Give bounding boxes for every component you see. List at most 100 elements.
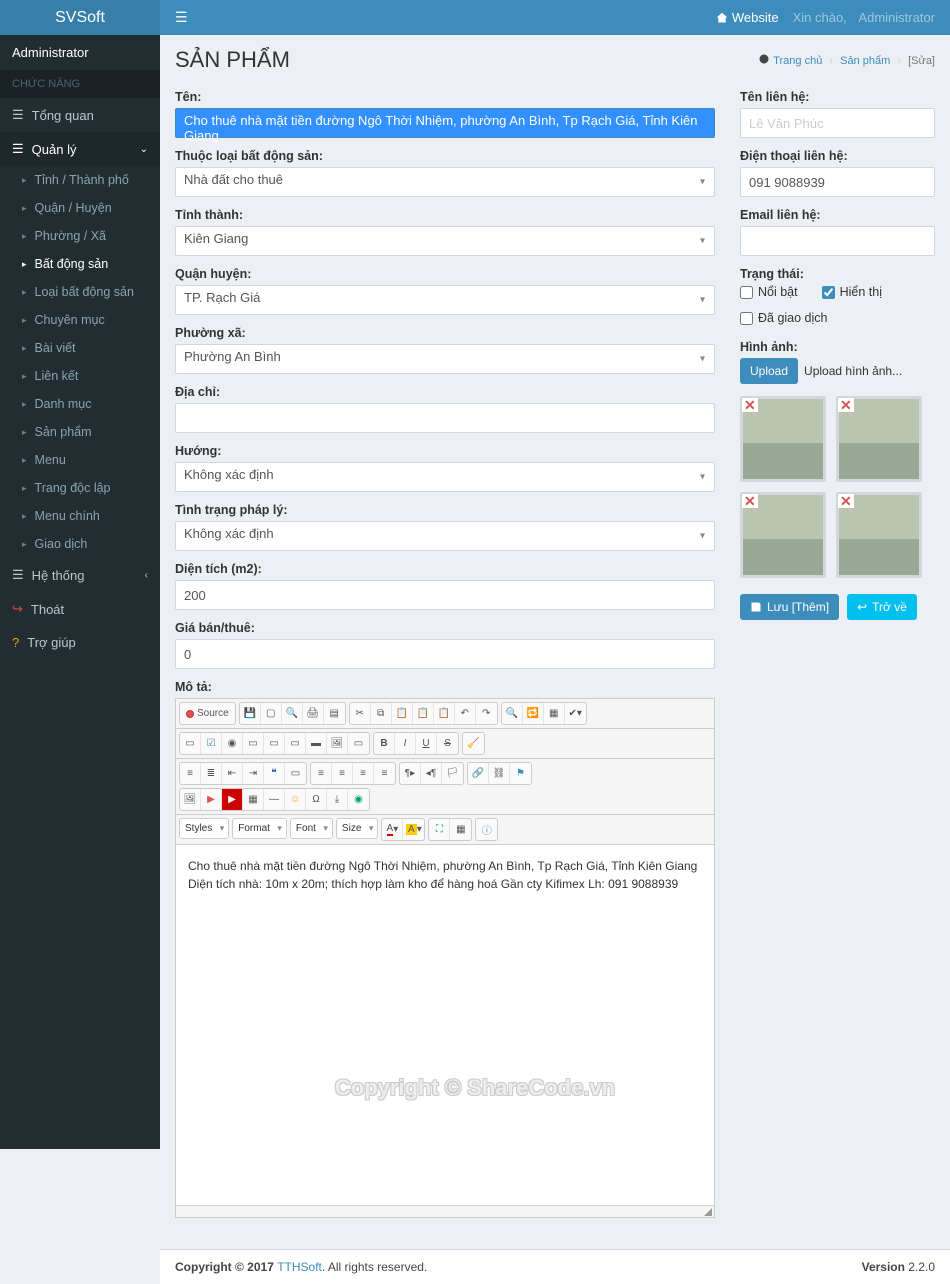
strike-icon[interactable]: S (437, 733, 458, 754)
sidebar-sub-item[interactable]: ▸Sản phẩm (0, 418, 160, 446)
sidebar-sub-item[interactable]: ▸Menu chính (0, 502, 160, 530)
back-button[interactable]: ↩ Trở về (847, 594, 917, 620)
select-loai[interactable]: Nhà đất cho thuê (175, 167, 715, 197)
div-icon[interactable]: ▭ (285, 763, 306, 784)
select-quan[interactable]: TP. Rạch Giá (175, 285, 715, 315)
image-thumb[interactable]: ✕ (836, 492, 922, 578)
maximize-icon[interactable]: ⛶ (429, 819, 450, 840)
editor-source-button[interactable]: Source (180, 703, 235, 724)
textfield-icon[interactable]: ▭ (243, 733, 264, 754)
delete-image-icon[interactable]: ✕ (838, 494, 854, 508)
delete-image-icon[interactable]: ✕ (742, 494, 758, 508)
cut-icon[interactable]: ✂ (350, 703, 371, 724)
editor-body[interactable]: Cho thuê nhà mặt tiền đường Ngô Thời Nhi… (176, 845, 714, 1205)
youtube-icon[interactable]: ▶ (222, 789, 243, 810)
table-icon[interactable]: ▦ (243, 789, 264, 810)
sidebar-sub-item[interactable]: ▸Trang độc lập (0, 474, 160, 502)
underline-icon[interactable]: U (416, 733, 437, 754)
select-phuong[interactable]: Phường An Bình (175, 344, 715, 374)
redo-icon[interactable]: ↷ (476, 703, 497, 724)
language-icon[interactable]: 🏳 (442, 763, 463, 784)
breadcrumb-home[interactable]: Trang chủ (773, 55, 822, 67)
sidebar-sub-item[interactable]: ▸Tỉnh / Thành phố (0, 166, 160, 194)
pagebreak-icon[interactable]: ⤓ (327, 789, 348, 810)
copy-icon[interactable]: ⧉ (371, 703, 392, 724)
checkbox-dagiaodich[interactable]: Đã giao dịch (740, 311, 828, 325)
justify-icon[interactable]: ≡ (374, 763, 395, 784)
unlink-icon[interactable]: ⛓ (489, 763, 510, 784)
bulletlist-icon[interactable]: ≣ (201, 763, 222, 784)
hiddenfield-icon[interactable]: ▭ (348, 733, 369, 754)
right-align-icon[interactable]: ≡ (353, 763, 374, 784)
input-dtlh[interactable] (740, 167, 935, 197)
upload-button[interactable]: Upload (740, 358, 798, 384)
input-ten[interactable]: Cho thuê nhà mặt tiền đường Ngô Thời Nhi… (175, 108, 715, 138)
smiley-icon[interactable]: ☺ (285, 789, 306, 810)
sidebar-help[interactable]: ? Trợ giúp (0, 626, 160, 659)
image-thumb[interactable]: ✕ (740, 492, 826, 578)
styles-dropdown[interactable]: Styles (179, 818, 229, 839)
format-dropdown[interactable]: Format (232, 818, 287, 839)
iframe-icon[interactable]: ◉ (348, 789, 369, 810)
sidebar-manage[interactable]: ☰ Quản lý ⌄ (0, 132, 160, 166)
templates-icon[interactable]: ▤ (324, 703, 345, 724)
print-icon[interactable]: 🖨 (303, 703, 324, 724)
image-icon[interactable]: 🖼 (180, 789, 201, 810)
numberlist-icon[interactable]: ≡ (180, 763, 201, 784)
sidebar-sub-item[interactable]: ▸Bài viết (0, 334, 160, 362)
sidebar-sub-item[interactable]: ▸Bất động sản (0, 250, 160, 278)
preview-icon[interactable]: 🔍 (282, 703, 303, 724)
sidebar-exit[interactable]: ↪ Thoát (0, 592, 160, 626)
image-thumb[interactable]: ✕ (836, 396, 922, 482)
sidebar-sub-item[interactable]: ▸Quận / Huyện (0, 194, 160, 222)
textcolor-icon[interactable]: A▾ (382, 819, 403, 840)
center-align-icon[interactable]: ≡ (332, 763, 353, 784)
imagebutton-icon[interactable]: 🖼 (327, 733, 348, 754)
delete-image-icon[interactable]: ✕ (838, 398, 854, 412)
sidebar-sub-item[interactable]: ▸Liên kết (0, 362, 160, 390)
specialchar-icon[interactable]: Ω (306, 789, 327, 810)
selectall-icon[interactable]: ▦ (544, 703, 565, 724)
input-diachi[interactable] (175, 403, 715, 433)
ltr-icon[interactable]: ¶▸ (400, 763, 421, 784)
user-greeting[interactable]: Xin chào, Administrator (793, 10, 935, 25)
hr-icon[interactable]: — (264, 789, 285, 810)
brand-logo[interactable]: SVSoft (0, 0, 160, 35)
outdent-icon[interactable]: ⇤ (222, 763, 243, 784)
about-icon[interactable]: ⓘ (476, 819, 497, 840)
spellcheck-icon[interactable]: ✔▾ (565, 703, 586, 724)
form-icon[interactable]: ▭ (180, 733, 201, 754)
newpage-icon[interactable]: ▢ (261, 703, 282, 724)
sidebar-sub-item[interactable]: ▸Giao dịch (0, 530, 160, 558)
breadcrumb-mid[interactable]: Sản phẩm (840, 55, 890, 67)
delete-image-icon[interactable]: ✕ (742, 398, 758, 412)
website-link[interactable]: Website (716, 10, 779, 25)
sidebar-sub-item[interactable]: ▸Danh mục (0, 390, 160, 418)
indent-icon[interactable]: ⇥ (243, 763, 264, 784)
size-dropdown[interactable]: Size (336, 818, 378, 839)
footer-link[interactable]: TTHSoft (277, 1260, 322, 1274)
undo-icon[interactable]: ↶ (455, 703, 476, 724)
input-emaillh[interactable] (740, 226, 935, 256)
select-huong[interactable]: Không xác định (175, 462, 715, 492)
editor-resize-handle[interactable] (176, 1205, 714, 1217)
input-dientich[interactable] (175, 580, 715, 610)
select-tinh[interactable]: Kiên Giang (175, 226, 715, 256)
sidebar-toggle-icon[interactable]: ☰ (175, 9, 188, 26)
blockquote-icon[interactable]: ❝ (264, 763, 285, 784)
image-thumb[interactable]: ✕ (740, 396, 826, 482)
button-icon[interactable]: ▬ (306, 733, 327, 754)
input-gia[interactable] (175, 639, 715, 669)
radio-icon[interactable]: ◉ (222, 733, 243, 754)
select-field-icon[interactable]: ▭ (285, 733, 306, 754)
font-dropdown[interactable]: Font (290, 818, 333, 839)
link-icon[interactable]: 🔗 (468, 763, 489, 784)
bold-icon[interactable]: B (374, 733, 395, 754)
removeformat-icon[interactable]: 🧹 (463, 733, 484, 754)
sidebar-sub-item[interactable]: ▸Loại bất động sản (0, 278, 160, 306)
anchor-icon[interactable]: ⚑ (510, 763, 531, 784)
showblocks-icon[interactable]: ▦ (450, 819, 471, 840)
sidebar-system[interactable]: ☰ Hệ thống ‹ (0, 558, 160, 592)
sidebar-sub-item[interactable]: ▸Chuyên mục (0, 306, 160, 334)
paste-word-icon[interactable]: 📋 (434, 703, 455, 724)
